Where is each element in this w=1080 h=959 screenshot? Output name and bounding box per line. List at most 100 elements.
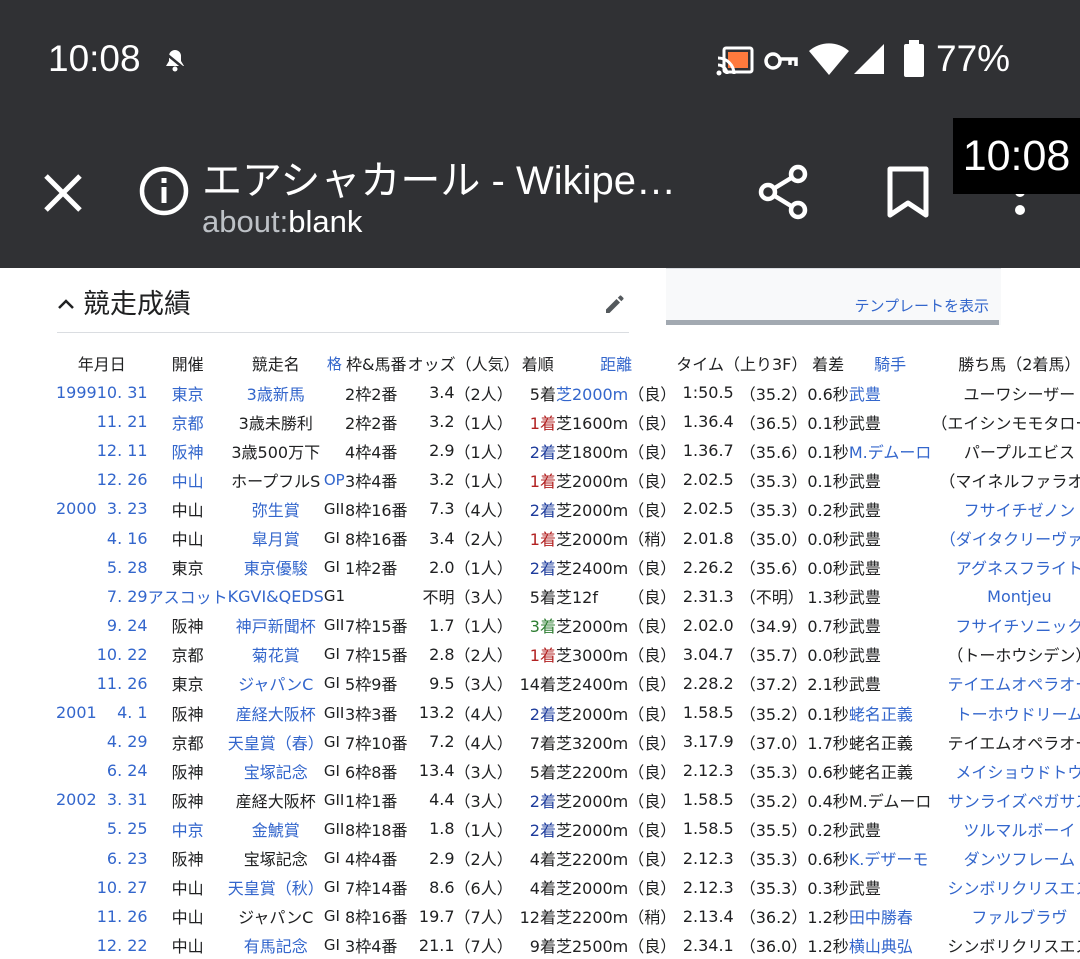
template-link[interactable]: テンプレートを表示 xyxy=(854,295,989,316)
col-header-date: 年月日 xyxy=(77,355,126,374)
cell-jockey[interactable]: 横山典弘 xyxy=(849,931,932,959)
cell-winner[interactable]: フサイチソニック xyxy=(931,611,1080,640)
cell-venue: 東京 xyxy=(171,559,204,579)
cell-winner[interactable]: Montjeu xyxy=(931,582,1080,611)
cell-date[interactable]: 12. 26 xyxy=(97,465,148,494)
cell-date[interactable]: 9. 24 xyxy=(97,611,148,640)
cell-race-name[interactable]: 有馬記念 xyxy=(228,931,324,959)
cell-winner[interactable]: ファルブラヴ xyxy=(931,902,1080,931)
cell-jockey[interactable]: M.デムーロ xyxy=(849,436,932,465)
cell-grade xyxy=(324,407,345,436)
cell-venue[interactable]: 東京 xyxy=(148,378,228,407)
cell-race-name[interactable]: 皐月賞 xyxy=(228,523,324,552)
cell-race-name[interactable]: 菊花賞 xyxy=(228,640,324,669)
cell-date[interactable]: 4. 16 xyxy=(97,523,148,552)
cell-venue[interactable]: 京都 xyxy=(148,407,228,436)
cell-jockey[interactable]: K.デザーモ xyxy=(849,844,932,873)
cell-race-time: 2.02.5 xyxy=(682,470,734,490)
cell-date[interactable]: 10. 22 xyxy=(97,640,148,669)
chevron-up-icon[interactable] xyxy=(57,298,75,310)
cell-winner[interactable]: テイエムオペラオー xyxy=(931,669,1080,698)
cell-date[interactable]: 3. 31 xyxy=(97,785,148,814)
cell-jockey[interactable]: 田中勝春 xyxy=(849,902,932,931)
cell-year[interactable]: 2002 xyxy=(56,785,97,814)
cell-date[interactable]: 12. 11 xyxy=(97,436,148,465)
cell-winner[interactable]: シンボリクリスエス xyxy=(931,873,1080,902)
info-icon[interactable] xyxy=(138,165,190,217)
cell-winner[interactable]: サンライズペガサス xyxy=(931,785,1080,814)
cell-distance: 芝2000m xyxy=(555,530,629,550)
cell-race-name[interactable]: 金鯱賞 xyxy=(228,814,324,843)
cell-distance[interactable]: 芝2000m xyxy=(556,378,628,407)
cell-race-name[interactable]: ジャパンC xyxy=(228,669,324,698)
cell-jockey[interactable]: 武豊 xyxy=(849,378,932,407)
cell-race-name[interactable]: 天皇賞（秋） xyxy=(228,873,324,902)
cell-date[interactable]: 6. 23 xyxy=(97,844,148,873)
cell-date[interactable]: 3. 23 xyxy=(97,494,148,523)
cell-date[interactable]: 10. 27 xyxy=(97,873,148,902)
close-icon[interactable] xyxy=(40,170,86,216)
cell-winner[interactable]: ダンツフレーム xyxy=(931,844,1080,873)
cell-venue[interactable]: アスコット xyxy=(148,582,228,611)
page-url[interactable]: about:blank xyxy=(202,204,362,240)
cell-winner[interactable]: フサイチゼノン xyxy=(931,494,1080,523)
cell-finish: 9着 xyxy=(529,937,556,957)
cell-date[interactable]: 5. 25 xyxy=(97,814,148,843)
cell-race-name[interactable]: 宝塚記念 xyxy=(228,756,324,785)
cell-winner[interactable]: アグネスフライト xyxy=(931,553,1080,582)
cell-margin: 0.6秒 xyxy=(807,384,849,404)
cell-date[interactable]: 12. 22 xyxy=(97,931,148,959)
cell-race-name[interactable]: 弥生賞 xyxy=(228,494,324,523)
section-header[interactable]: 競走成績 xyxy=(57,280,629,333)
cell-year[interactable]: 2001 xyxy=(56,698,97,727)
cell-grade xyxy=(324,436,345,465)
cell-venue: 阪神 xyxy=(171,704,204,724)
bookmark-icon[interactable] xyxy=(886,166,930,218)
cell-venue[interactable]: 中山 xyxy=(148,465,228,494)
table-row: 12. 22 中山 有馬記念 GI 3枠4番 21.1 （7人） 9着 芝2500m （良） 2.3… xyxy=(56,931,1080,959)
cell-jockey[interactable]: 蛯名正義 xyxy=(849,698,932,727)
cell-date[interactable]: 11. 26 xyxy=(97,902,148,931)
cell-date[interactable]: 11. 21 xyxy=(97,407,148,436)
cell-date[interactable]: 11. 26 xyxy=(97,669,148,698)
cell-odds: 19.7 xyxy=(418,906,455,926)
col-header-distance[interactable]: 距離 xyxy=(556,348,676,378)
cell-year[interactable]: 2000 xyxy=(56,494,97,523)
cell-race-time: 2.31.3 xyxy=(682,586,734,606)
cell-date[interactable]: 7. 29 xyxy=(97,582,148,611)
cell-winner[interactable]: （ダイタクリーヴァ） xyxy=(931,523,1080,552)
cell-venue[interactable]: 阪神 xyxy=(148,436,228,465)
cell-winner[interactable]: メイショウドトウ xyxy=(931,756,1080,785)
cell-last-3f: （35.2） xyxy=(739,791,808,811)
cell-race-name[interactable]: 東京優駿 xyxy=(228,553,324,582)
cell-distance: 芝2000m xyxy=(555,820,629,840)
share-icon[interactable] xyxy=(756,164,810,220)
cell-race-name[interactable]: 天皇賞（春） xyxy=(228,727,324,756)
cell-date[interactable]: 4. 29 xyxy=(97,727,148,756)
cell-race-name[interactable]: KGVI&QEDS xyxy=(228,582,324,611)
table-row: 10. 27 中山 天皇賞（秋） GI 7枠14番 8.6 （6人） 4着 芝2000m （良） 2… xyxy=(56,873,1080,902)
cell-winner[interactable]: トーホウドリーム xyxy=(931,698,1080,727)
cell-date[interactable]: 4. 1 xyxy=(97,698,148,727)
cell-venue[interactable]: 中京 xyxy=(148,814,228,843)
alert-icon xyxy=(163,50,187,72)
cell-grade[interactable]: OP xyxy=(324,465,345,494)
cell-year[interactable]: 1999 xyxy=(56,378,97,407)
horizontal-scrollbar[interactable] xyxy=(666,320,999,325)
col-header-grade[interactable]: 格 xyxy=(324,348,345,378)
battery-percentage: 77% xyxy=(936,38,1011,79)
cell-race-name[interactable]: 3歳新馬 xyxy=(228,378,324,407)
cell-date[interactable]: 6. 24 xyxy=(97,756,148,785)
cell-distance: 芝2000m xyxy=(555,500,629,520)
col-header-jockey[interactable]: 騎手 xyxy=(849,348,932,378)
cell-race-name[interactable]: 産経大阪杯 xyxy=(228,698,324,727)
table-row: 10. 22 京都 菊花賞 GI 7枠15番 2.8 （2人） 1着 芝3000m （良） 3.04… xyxy=(56,640,1080,669)
cell-winner[interactable]: ツルマルボーイ xyxy=(931,814,1080,843)
cell-date[interactable]: 10. 31 xyxy=(97,378,148,407)
cell-race-name[interactable]: 神戸新聞杯 xyxy=(228,611,324,640)
edit-pencil-icon[interactable] xyxy=(603,292,627,316)
cell-date[interactable]: 5. 28 xyxy=(97,553,148,582)
cell-odds: 21.1 xyxy=(418,935,455,955)
cell-track-condition: （良） xyxy=(628,791,677,811)
cell-race-name: ジャパンC xyxy=(238,908,314,928)
